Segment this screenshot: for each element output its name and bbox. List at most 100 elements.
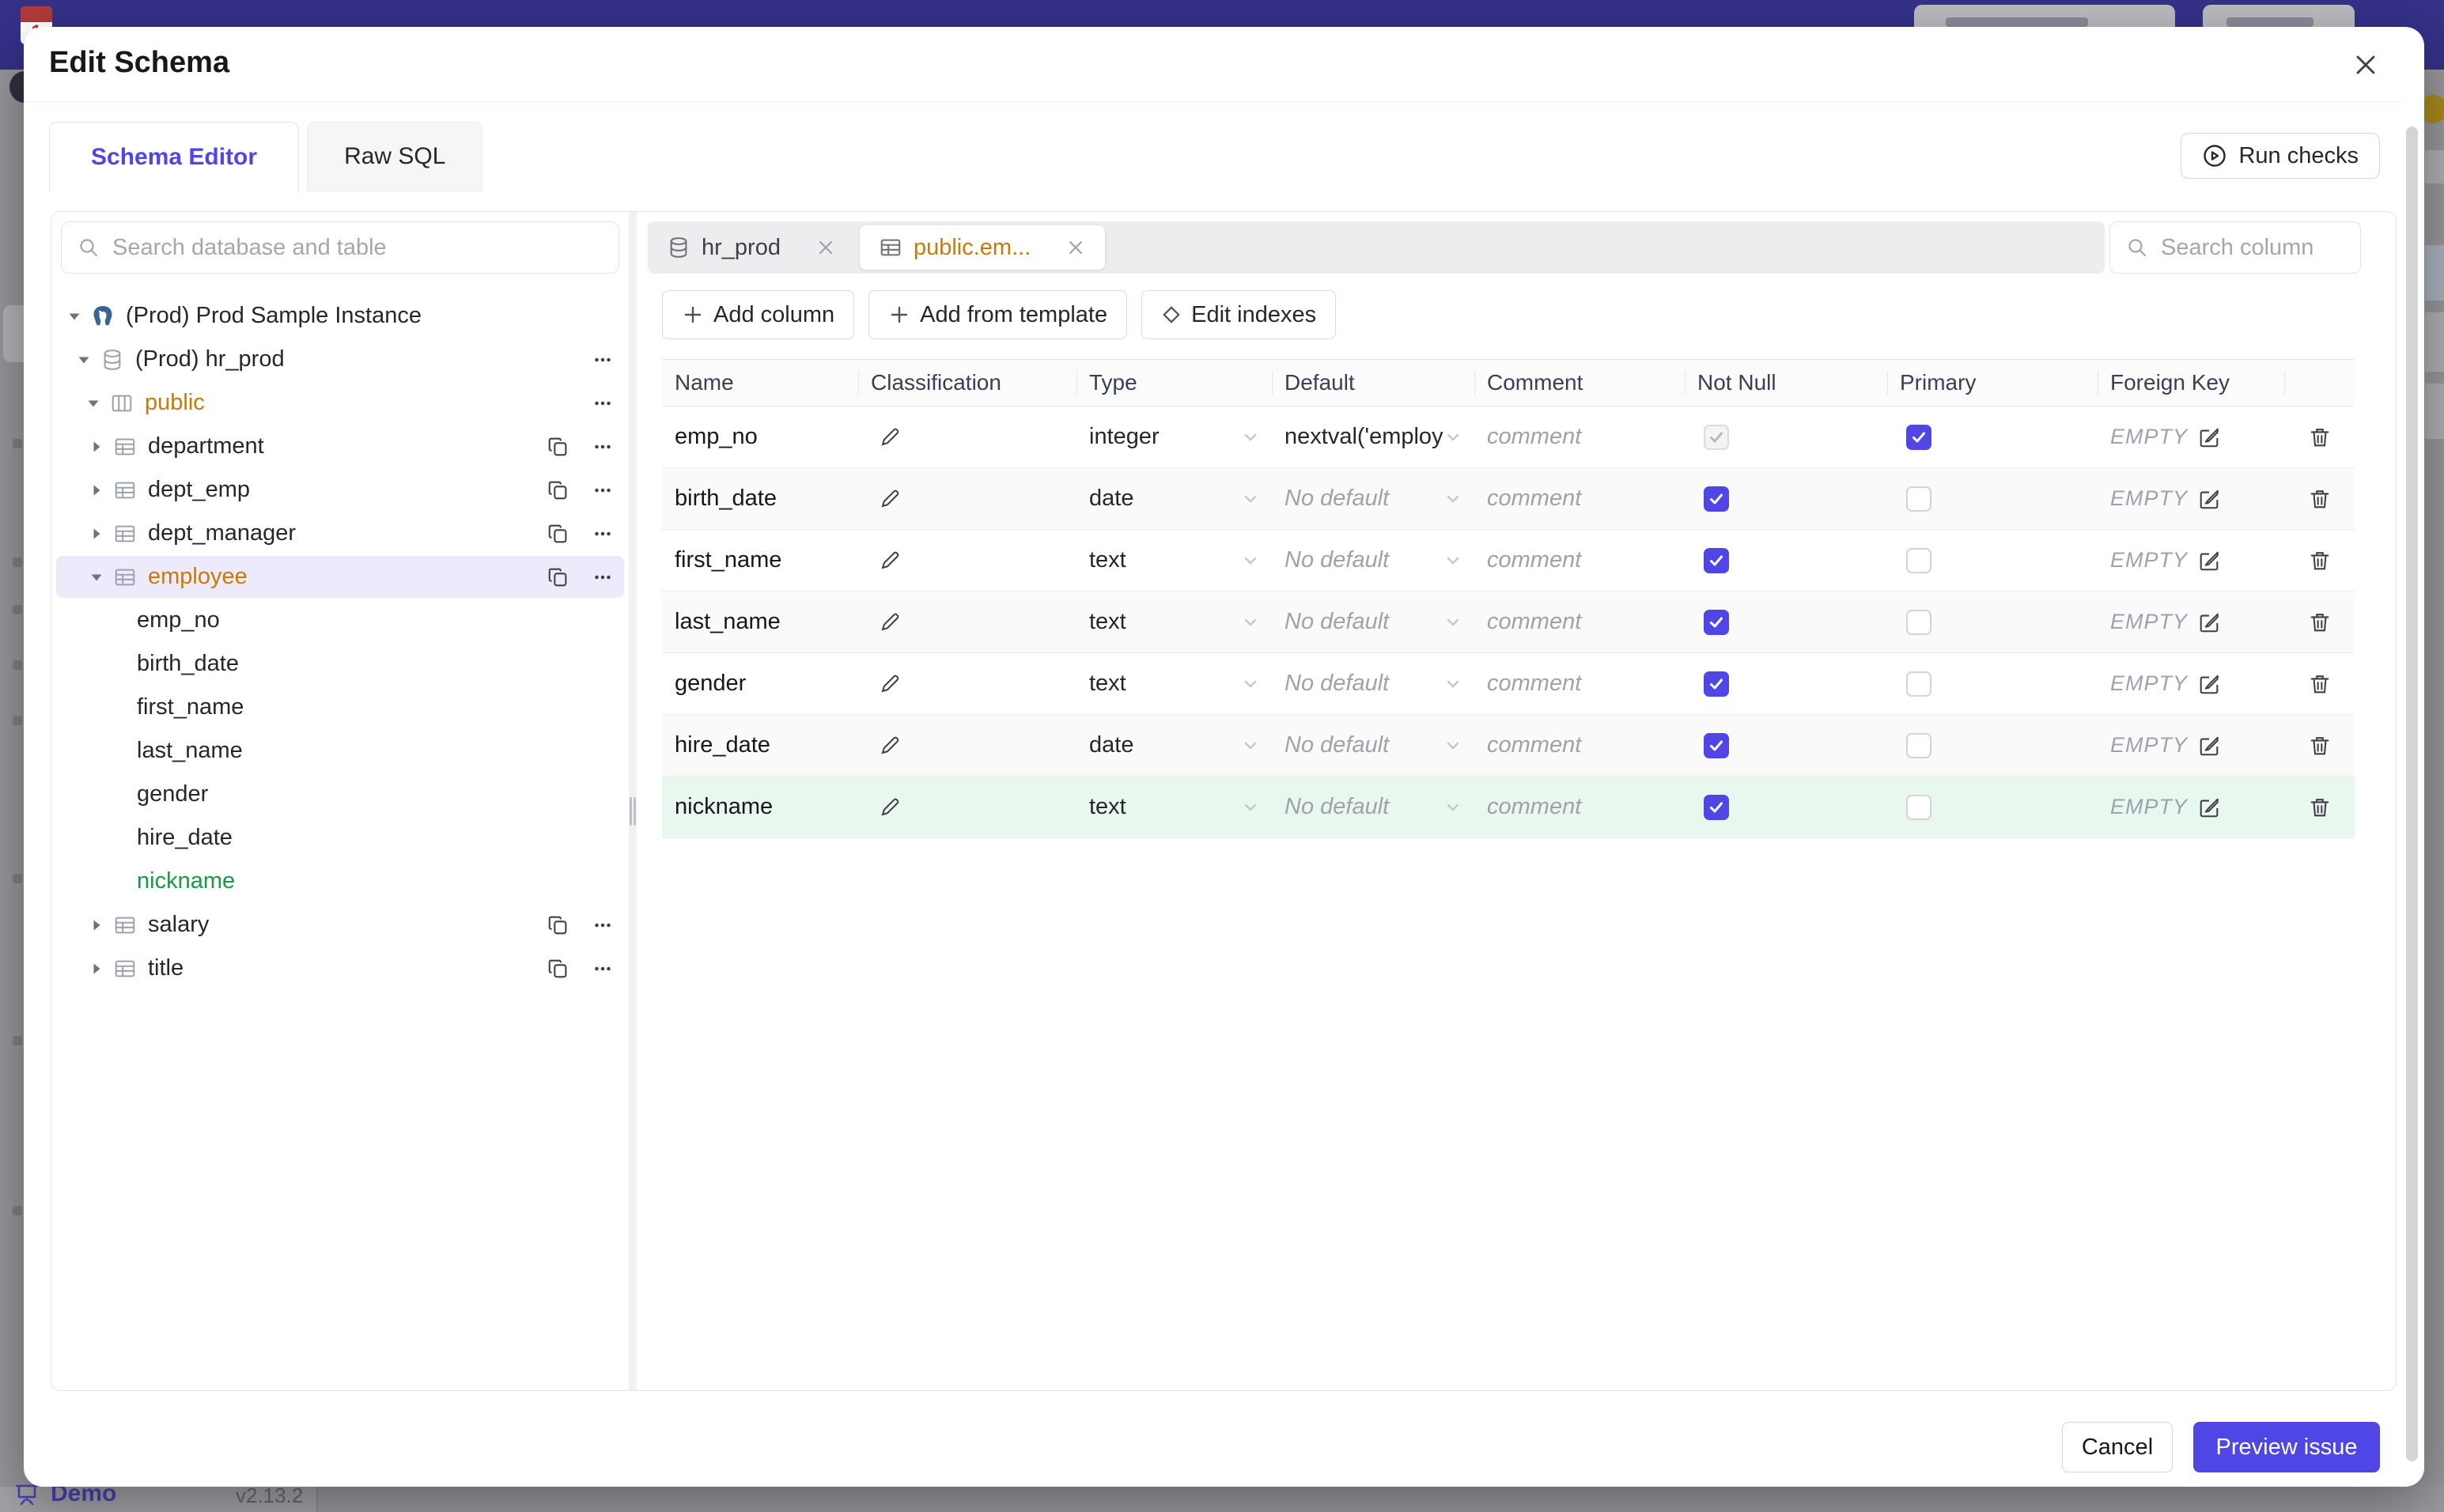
column-name[interactable]: last_name — [675, 609, 781, 635]
primary-checkbox[interactable] — [1906, 794, 1931, 820]
type-select[interactable]: text — [1076, 777, 1272, 837]
not-null-checkbox[interactable] — [1704, 671, 1729, 697]
type-select[interactable]: text — [1076, 592, 1272, 652]
copy-icon[interactable] — [547, 522, 570, 546]
add-from-template-button[interactable]: Add from template — [868, 290, 1128, 339]
delete-column-icon[interactable] — [2308, 610, 2332, 634]
editor-tab-public-employee[interactable]: public.em... — [859, 225, 1106, 270]
classification-edit-icon[interactable] — [879, 796, 901, 818]
comment-input[interactable]: comment — [1487, 424, 1685, 450]
tree-row-last_name[interactable]: last_name — [51, 729, 629, 773]
more-options-icon[interactable] — [591, 435, 615, 459]
more-options-icon[interactable] — [591, 913, 615, 937]
copy-icon[interactable] — [547, 913, 570, 937]
default-select[interactable]: No default — [1272, 777, 1474, 837]
edit-foreign-key-icon[interactable] — [2197, 734, 2221, 758]
classification-edit-icon[interactable] — [879, 488, 901, 510]
panel-resize-handle[interactable] — [629, 212, 637, 1390]
close-tab-icon[interactable] — [815, 237, 836, 258]
caret-icon[interactable] — [64, 308, 85, 325]
not-null-checkbox[interactable] — [1704, 609, 1729, 635]
tree-row-dept_emp[interactable]: dept_emp — [51, 468, 629, 512]
more-options-icon[interactable] — [591, 391, 615, 415]
copy-icon[interactable] — [547, 435, 570, 459]
tree-row--prod-prod-sample-instance[interactable]: (Prod) Prod Sample Instance — [51, 294, 629, 338]
caret-icon[interactable] — [86, 917, 107, 934]
delete-column-icon[interactable] — [2308, 672, 2332, 696]
column-name[interactable]: gender — [675, 671, 746, 697]
delete-column-icon[interactable] — [2308, 425, 2332, 449]
tree-row-nickname[interactable]: nickname — [51, 860, 629, 903]
tree-row-gender[interactable]: gender — [51, 773, 629, 816]
edit-foreign-key-icon[interactable] — [2197, 487, 2221, 511]
run-checks-button[interactable]: Run checks — [2181, 133, 2380, 179]
caret-icon[interactable] — [86, 438, 107, 455]
classification-edit-icon[interactable] — [879, 550, 901, 572]
edit-foreign-key-icon[interactable] — [2197, 549, 2221, 573]
tree-row-dept_manager[interactable]: dept_manager — [51, 512, 629, 555]
more-options-icon[interactable] — [591, 478, 615, 502]
classification-edit-icon[interactable] — [879, 426, 901, 448]
tree-row-hire_date[interactable]: hire_date — [51, 816, 629, 860]
delete-column-icon[interactable] — [2308, 734, 2332, 758]
classification-edit-icon[interactable] — [879, 735, 901, 757]
copy-icon[interactable] — [547, 565, 570, 589]
default-select[interactable]: No default — [1272, 653, 1474, 714]
type-select[interactable]: text — [1076, 653, 1272, 714]
default-select[interactable]: No default — [1272, 715, 1474, 776]
type-select[interactable]: integer — [1076, 406, 1272, 467]
caret-icon[interactable] — [74, 351, 94, 369]
more-options-icon[interactable] — [591, 565, 615, 589]
column-name[interactable]: hire_date — [675, 732, 770, 758]
default-select[interactable]: No default — [1272, 530, 1474, 591]
type-select[interactable]: date — [1076, 468, 1272, 529]
primary-checkbox[interactable] — [1906, 732, 1931, 758]
column-name[interactable]: emp_no — [675, 424, 758, 450]
caret-icon[interactable] — [86, 569, 107, 586]
more-options-icon[interactable] — [591, 522, 615, 546]
tab-raw-sql[interactable]: Raw SQL — [307, 122, 483, 191]
add-column-button[interactable]: Add column — [662, 290, 855, 339]
classification-edit-icon[interactable] — [879, 611, 901, 633]
tree-row-employee[interactable]: employee — [51, 555, 629, 599]
tree-row-title[interactable]: title — [51, 947, 629, 990]
primary-checkbox[interactable] — [1906, 609, 1931, 635]
caret-icon[interactable] — [86, 960, 107, 977]
caret-icon[interactable] — [83, 395, 104, 412]
close-tab-icon[interactable] — [1065, 237, 1086, 258]
edit-foreign-key-icon[interactable] — [2197, 610, 2221, 634]
delete-column-icon[interactable] — [2308, 487, 2332, 511]
more-options-icon[interactable] — [591, 348, 615, 372]
comment-input[interactable]: comment — [1487, 609, 1685, 635]
column-name[interactable]: first_name — [675, 547, 781, 573]
comment-input[interactable]: comment — [1487, 794, 1685, 820]
edit-foreign-key-icon[interactable] — [2197, 796, 2221, 819]
comment-input[interactable]: comment — [1487, 486, 1685, 512]
tab-schema-editor[interactable]: Schema Editor — [49, 122, 300, 191]
modal-scrollbar[interactable] — [2406, 127, 2418, 1461]
tree-row-salary[interactable]: salary — [51, 903, 629, 947]
delete-column-icon[interactable] — [2308, 796, 2332, 819]
edit-foreign-key-icon[interactable] — [2197, 425, 2221, 449]
more-options-icon[interactable] — [591, 957, 615, 981]
default-select[interactable]: nextval('employ — [1272, 406, 1474, 467]
not-null-checkbox[interactable] — [1704, 547, 1729, 573]
primary-checkbox[interactable] — [1906, 547, 1931, 573]
not-null-checkbox[interactable] — [1704, 732, 1729, 758]
classification-edit-icon[interactable] — [879, 673, 901, 695]
primary-checkbox[interactable] — [1906, 671, 1931, 697]
tree-row-public[interactable]: public — [51, 381, 629, 425]
delete-column-icon[interactable] — [2308, 549, 2332, 573]
column-name[interactable]: nickname — [675, 794, 773, 820]
edit-foreign-key-icon[interactable] — [2197, 672, 2221, 696]
search-database-input[interactable]: Search database and table — [61, 221, 619, 274]
column-name[interactable]: birth_date — [675, 486, 777, 512]
primary-checkbox[interactable] — [1906, 424, 1931, 450]
type-select[interactable]: date — [1076, 715, 1272, 776]
tree-row-first_name[interactable]: first_name — [51, 686, 629, 729]
tree-row-emp_no[interactable]: emp_no — [51, 599, 629, 642]
search-column-input[interactable]: Search column — [2109, 221, 2361, 274]
copy-icon[interactable] — [547, 957, 570, 981]
editor-tab-hr-prod[interactable]: hr_prod — [648, 221, 855, 274]
comment-input[interactable]: comment — [1487, 547, 1685, 573]
